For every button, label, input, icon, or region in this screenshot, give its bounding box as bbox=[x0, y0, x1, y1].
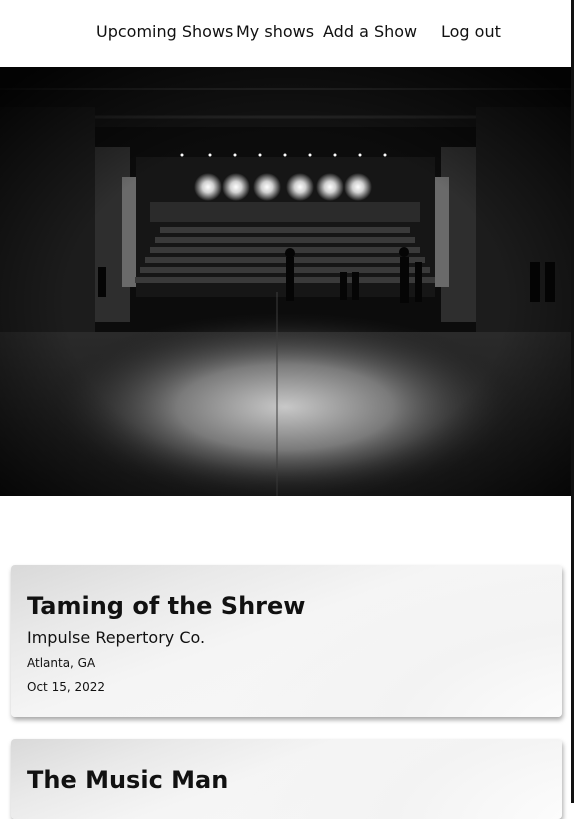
nav-logout-link[interactable]: Log out bbox=[441, 21, 501, 43]
show-title[interactable]: Taming of the Shrew bbox=[27, 592, 305, 620]
show-location: Atlanta, GA bbox=[27, 656, 96, 670]
nav-upcoming-shows-link[interactable]: Upcoming Shows bbox=[96, 21, 233, 43]
show-date: Oct 15, 2022 bbox=[27, 680, 105, 694]
nav-my-shows-link[interactable]: My shows bbox=[236, 21, 314, 43]
show-card[interactable]: The Music Man bbox=[11, 739, 562, 819]
nav-add-show-link[interactable]: Add a Show bbox=[323, 21, 417, 43]
show-card[interactable]: Taming of the Shrew Impulse Repertory Co… bbox=[11, 565, 562, 717]
hero-image bbox=[0, 67, 571, 496]
top-nav: Upcoming Shows My shows Add a Show Log o… bbox=[0, 0, 572, 67]
show-title[interactable]: The Music Man bbox=[27, 766, 228, 794]
show-company: Impulse Repertory Co. bbox=[27, 628, 206, 647]
